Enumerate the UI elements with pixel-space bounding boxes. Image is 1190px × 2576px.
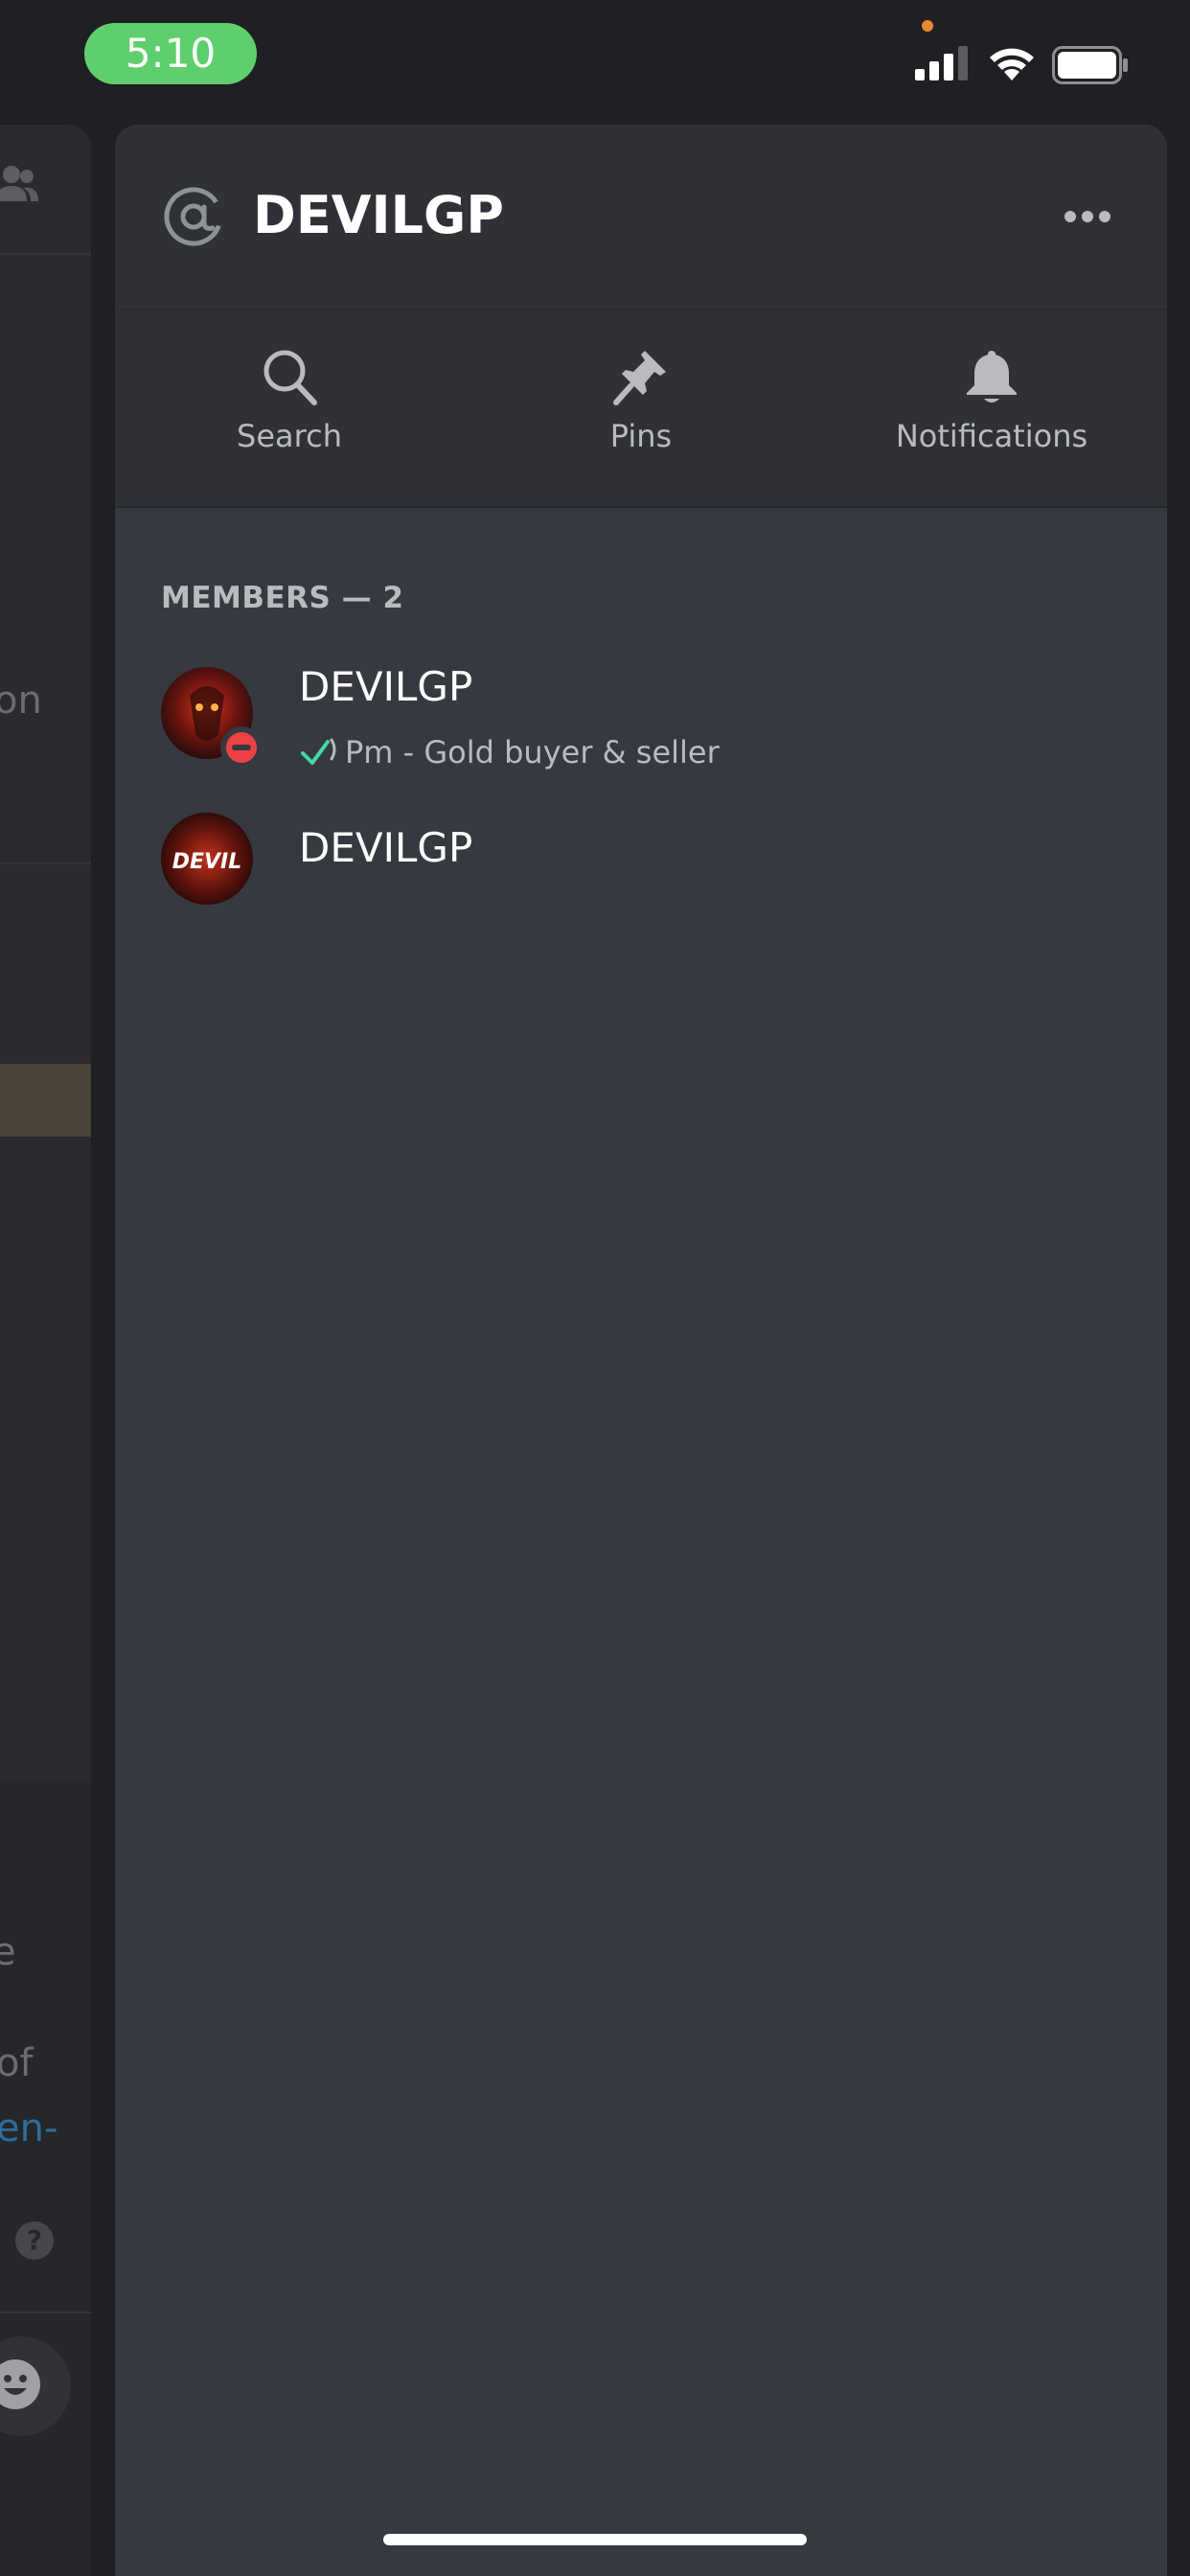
background-channel-panel: on e of en- ?: [0, 125, 91, 2576]
avatar: DEVIL: [161, 813, 253, 905]
bg-highlight-row: [0, 1064, 91, 1137]
member-row[interactable]: DEVILGP Pm - Gold buyer & seller: [115, 657, 1167, 772]
search-label: Search: [237, 418, 342, 454]
notifications-label: Notifications: [895, 418, 1088, 454]
bg-divider: [0, 2312, 91, 2313]
emoji-icon: [0, 2359, 40, 2409]
more-options-icon[interactable]: [1064, 209, 1111, 224]
sheet-header: DEVILGP: [115, 125, 1167, 310]
member-name: DEVILGP: [299, 824, 473, 871]
cellular-signal-icon: [915, 46, 968, 80]
help-icon: ?: [15, 2221, 54, 2260]
member-row[interactable]: DEVIL DEVILGP: [115, 803, 1167, 918]
avatar-image: DEVIL: [161, 813, 253, 905]
custom-status-check-icon: [301, 738, 336, 765]
dnd-status-icon: [220, 726, 263, 769]
bg-text-fragment: of: [0, 2041, 34, 2085]
members-icon: [0, 166, 38, 201]
pin-icon: [613, 351, 666, 405]
member-status-text: Pm - Gold buyer & seller: [345, 734, 720, 770]
action-toolbar: Search Pins Notifications: [115, 310, 1167, 508]
bg-link-fragment: en-: [0, 2106, 58, 2150]
mic-indicator-dot: [922, 20, 933, 32]
search-button[interactable]: Search: [146, 310, 433, 506]
bg-text-fragment: e: [0, 1930, 16, 1974]
member-name: DEVILGP: [299, 663, 473, 710]
pins-label: Pins: [609, 418, 673, 454]
bg-text-fragment: on: [0, 678, 42, 723]
home-indicator: [383, 2534, 807, 2545]
status-time: 5:10: [84, 23, 257, 84]
members-header: MEMBERS — 2: [161, 581, 404, 615]
avatar-logo-text: DEVIL: [172, 850, 242, 874]
search-icon: [263, 350, 317, 405]
at-sign-icon: [164, 187, 223, 246]
battery-icon: [1052, 46, 1128, 84]
wifi-icon: [990, 48, 1034, 80]
bg-divider: [0, 253, 91, 255]
member-status: Pm - Gold buyer & seller: [299, 734, 720, 770]
bell-icon: [967, 351, 1017, 402]
bg-bottom-area: [0, 1782, 91, 2576]
channel-title: DEVILGP: [253, 185, 504, 245]
bg-divider: [0, 862, 91, 864]
pins-button[interactable]: Pins: [497, 310, 785, 506]
channel-details-sheet: DEVILGP Search Pins Notifications MEMBER…: [115, 125, 1167, 2576]
notifications-button[interactable]: Notifications: [848, 310, 1135, 506]
